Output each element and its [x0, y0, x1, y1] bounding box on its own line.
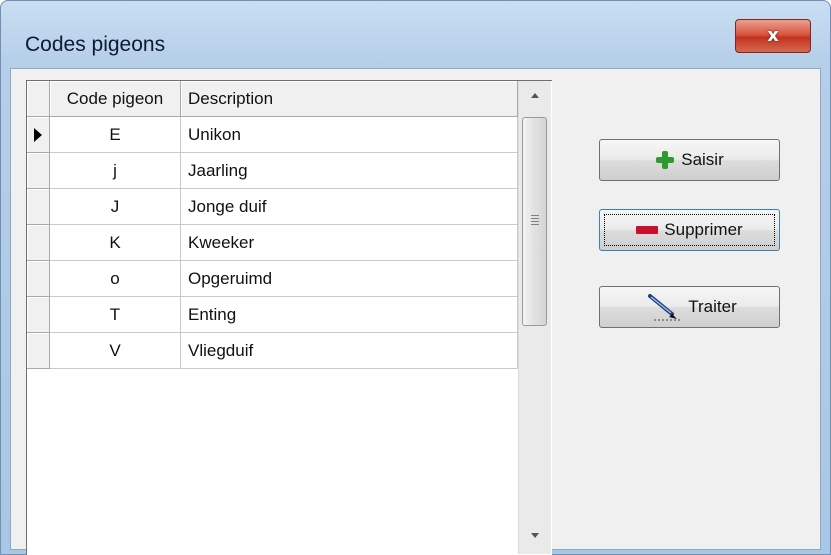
code-cell[interactable]: j: [50, 153, 181, 189]
column-header-code[interactable]: Code pigeon: [50, 81, 181, 117]
code-cell[interactable]: T: [50, 297, 181, 333]
code-cell[interactable]: V: [50, 333, 181, 369]
grip-icon: [531, 215, 539, 226]
code-cell[interactable]: E: [50, 117, 181, 153]
row-selector[interactable]: [27, 333, 50, 369]
description-cell[interactable]: Unikon: [181, 117, 518, 153]
row-selector[interactable]: [27, 297, 50, 333]
scroll-up-arrow-icon[interactable]: [531, 93, 539, 98]
traiter-label: Traiter: [688, 297, 737, 316]
table-row[interactable]: K Kweeker: [27, 225, 518, 261]
table-row[interactable]: T Enting: [27, 297, 518, 333]
column-header-description[interactable]: Description: [181, 81, 518, 117]
row-selector[interactable]: [27, 153, 50, 189]
table-row[interactable]: V Vliegduif: [27, 333, 518, 369]
close-icon: x: [767, 25, 779, 46]
traiter-button[interactable]: Traiter: [599, 286, 780, 328]
vertical-scrollbar[interactable]: [518, 81, 551, 554]
saisir-button[interactable]: Saisir: [599, 139, 780, 181]
row-selector[interactable]: [27, 261, 50, 297]
window-title: Codes pigeons: [25, 33, 166, 56]
code-cell[interactable]: J: [50, 189, 181, 225]
grid-header-row: Code pigeon Description: [27, 81, 518, 117]
minus-icon: [636, 226, 659, 234]
table-row[interactable]: J Jonge duif: [27, 189, 518, 225]
description-cell[interactable]: Jonge duif: [181, 189, 518, 225]
code-cell[interactable]: K: [50, 225, 181, 261]
supprimer-button[interactable]: Supprimer: [599, 209, 780, 251]
scroll-thumb[interactable]: [522, 117, 547, 326]
description-cell[interactable]: Kweeker: [181, 225, 518, 261]
saisir-label: Saisir: [681, 150, 724, 169]
description-cell[interactable]: Opgeruimd: [181, 261, 518, 297]
row-selector[interactable]: [27, 225, 50, 261]
pen-icon: [642, 292, 682, 322]
plus-icon: [655, 150, 675, 170]
codes-grid[interactable]: Code pigeon Description E Unikon j Jaarl…: [26, 80, 552, 555]
scroll-down-arrow-icon[interactable]: [531, 533, 539, 538]
row-selector[interactable]: [27, 189, 50, 225]
table-row[interactable]: E Unikon: [27, 117, 518, 153]
header-corner: [27, 81, 50, 117]
table-row[interactable]: o Opgeruimd: [27, 261, 518, 297]
description-cell[interactable]: Jaarling: [181, 153, 518, 189]
description-cell[interactable]: Enting: [181, 297, 518, 333]
supprimer-label: Supprimer: [664, 220, 743, 239]
close-button[interactable]: x: [735, 19, 811, 53]
table-row[interactable]: j Jaarling: [27, 153, 518, 189]
current-row-pointer-icon: [34, 128, 42, 142]
row-selector[interactable]: [27, 117, 50, 153]
description-cell[interactable]: Vliegduif: [181, 333, 518, 369]
code-cell[interactable]: o: [50, 261, 181, 297]
